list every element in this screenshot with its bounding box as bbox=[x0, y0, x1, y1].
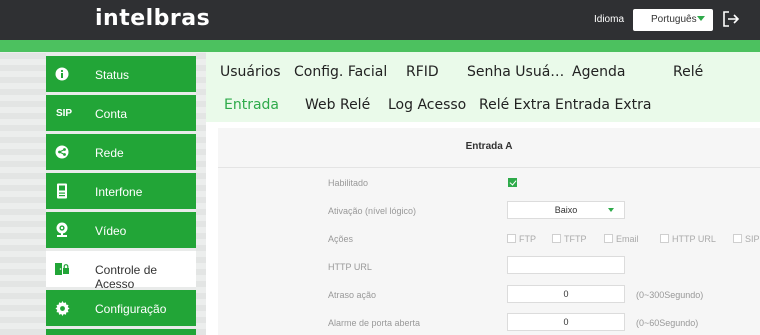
logout-icon[interactable] bbox=[722, 10, 740, 28]
activation-select[interactable]: Baixo bbox=[507, 201, 625, 219]
top-bar: intelbras Idioma Português bbox=[0, 0, 760, 40]
action-email-checkbox[interactable] bbox=[604, 234, 613, 243]
sidebar-item-label: Vídeo bbox=[95, 224, 127, 238]
section-divider bbox=[218, 167, 760, 168]
tab-rele-extra[interactable]: Relé Extra bbox=[479, 97, 551, 113]
tab-rele[interactable]: Relé bbox=[673, 64, 703, 80]
tab-web-rele[interactable]: Web Relé bbox=[305, 97, 370, 113]
sidebar-item-label: Status bbox=[95, 68, 130, 82]
tab-entrada-extra[interactable]: Entrada Extra bbox=[555, 97, 651, 113]
sidebar-item-rede[interactable]: Rede bbox=[46, 134, 196, 170]
gear-icon bbox=[54, 300, 70, 316]
actions-label: Ações bbox=[328, 234, 354, 244]
tab-rfid[interactable]: RFID bbox=[406, 64, 439, 80]
action-ftp-checkbox[interactable] bbox=[507, 234, 516, 243]
language-value: Português bbox=[651, 14, 697, 25]
http-url-label: HTTP URL bbox=[328, 262, 372, 272]
section-title: Entrada A bbox=[465, 141, 513, 152]
enabled-label: Habilitado bbox=[328, 178, 369, 188]
language-label: Idioma bbox=[594, 14, 625, 25]
action-sip-checkbox[interactable] bbox=[733, 234, 742, 243]
action-delay-hint: (0~300Segundo) bbox=[636, 290, 704, 300]
tab-log-acesso[interactable]: Log Acesso bbox=[388, 97, 466, 113]
sidebar-item-video[interactable]: Vídeo bbox=[46, 212, 196, 248]
action-http-url-label: HTTP URL bbox=[672, 234, 716, 244]
tab-agenda[interactable]: Agenda bbox=[572, 64, 625, 80]
sip-icon: SIP bbox=[55, 107, 73, 119]
action-email-label: Email bbox=[616, 234, 639, 244]
network-icon bbox=[54, 144, 70, 160]
sidebar-item-conta[interactable]: SIP Conta bbox=[46, 95, 196, 131]
sidebar-item-label: Interfone bbox=[95, 185, 143, 199]
sidebar-item-label: Configuração bbox=[95, 302, 167, 316]
sidebar-item-next[interactable] bbox=[46, 329, 196, 335]
action-tftp-checkbox[interactable] bbox=[552, 234, 561, 243]
tab-senha-usuario[interactable]: Senha Usuá… bbox=[467, 64, 564, 80]
action-ftp-label: FTP bbox=[519, 234, 536, 244]
http-url-input[interactable] bbox=[507, 256, 625, 274]
door-access-icon bbox=[54, 261, 70, 277]
sidebar-item-controle-de-acesso[interactable]: Controle de Acesso bbox=[46, 251, 196, 291]
activation-label: Ativação (nível lógico) bbox=[328, 206, 417, 216]
door-alarm-label: Alarme de porta aberta bbox=[328, 318, 421, 328]
input-settings-panel: Entrada A Habilitado Ativação (nível lóg… bbox=[218, 128, 760, 335]
chevron-down-icon bbox=[697, 16, 705, 21]
main-content: Usuários Config. Facial RFID Senha Usuá…… bbox=[206, 52, 760, 335]
sidebar-item-label: Rede bbox=[95, 146, 124, 160]
info-icon bbox=[54, 66, 70, 82]
intercom-icon bbox=[54, 183, 70, 199]
chevron-down-icon bbox=[608, 208, 614, 212]
action-delay-label: Atraso ação bbox=[328, 290, 377, 300]
sidebar-item-label: Controle de Acesso bbox=[95, 263, 158, 291]
sidebar-item-status[interactable]: Status bbox=[46, 56, 196, 92]
sidebar-item-interfone[interactable]: Interfone bbox=[46, 173, 196, 209]
action-http-url-checkbox[interactable] bbox=[660, 234, 669, 243]
door-alarm-input[interactable]: 0 bbox=[507, 313, 625, 331]
language-select[interactable]: Português bbox=[633, 9, 713, 31]
sidebar-item-configuracao[interactable]: Configuração bbox=[46, 290, 196, 326]
header-accent-bar bbox=[0, 40, 760, 52]
tab-bar: Usuários Config. Facial RFID Senha Usuá…… bbox=[206, 52, 760, 122]
enabled-checkbox[interactable] bbox=[508, 178, 517, 187]
action-sip-label: SIP bbox=[745, 234, 760, 244]
camera-icon bbox=[54, 222, 70, 238]
action-delay-input[interactable]: 0 bbox=[507, 285, 625, 303]
brand-logo: intelbras bbox=[95, 6, 211, 31]
sidebar-item-label: Conta bbox=[95, 107, 128, 121]
tab-entrada[interactable]: Entrada bbox=[224, 97, 279, 113]
action-tftp-label: TFTP bbox=[564, 234, 587, 244]
door-alarm-hint: (0~60Segundo) bbox=[636, 318, 699, 328]
activation-value: Baixo bbox=[554, 205, 578, 215]
tab-usuarios[interactable]: Usuários bbox=[220, 64, 281, 80]
tab-config-facial[interactable]: Config. Facial bbox=[294, 64, 387, 80]
